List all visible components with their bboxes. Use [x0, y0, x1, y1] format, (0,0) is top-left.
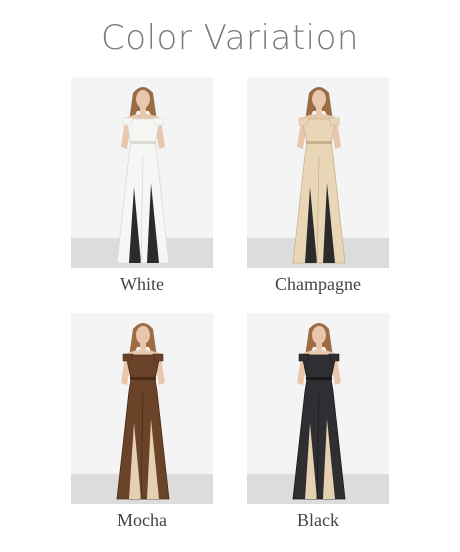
gown-sleeve-right: [152, 353, 164, 362]
model-neck: [140, 106, 146, 114]
variant-label: Black: [297, 510, 339, 530]
gown-sleeve-left: [298, 117, 310, 126]
gown-sleeve-left: [122, 117, 134, 126]
gown-waistband: [306, 141, 332, 144]
gown-sleeve-right: [328, 117, 340, 126]
model-face: [136, 90, 150, 108]
gown-sleeve-left: [122, 353, 134, 362]
model-neck: [316, 342, 322, 350]
gown-waistband: [306, 377, 332, 380]
variant-label: Mocha: [117, 510, 167, 530]
gown-sleeve-right: [152, 117, 164, 126]
gown-sleeve-right: [328, 353, 340, 362]
model-face: [312, 90, 326, 108]
variant-card-white[interactable]: White: [71, 77, 213, 295]
model-neck: [316, 106, 322, 114]
gown-waistband: [130, 377, 156, 380]
model-face: [136, 326, 150, 344]
gown-waistband: [130, 141, 156, 144]
dress-photo-white: [71, 77, 213, 268]
dress-photo-black: [247, 313, 389, 504]
dress-photo-champagne: [247, 77, 389, 268]
variant-card-black[interactable]: Black: [247, 313, 389, 531]
gown-sleeve-left: [298, 353, 310, 362]
page-title: Color Variation: [101, 18, 359, 58]
model-neck: [140, 342, 146, 350]
variant-label: White: [120, 274, 164, 294]
variant-card-champagne[interactable]: Champagne: [247, 77, 389, 295]
model-face: [312, 326, 326, 344]
variant-card-mocha[interactable]: Mocha: [71, 313, 213, 531]
dress-photo-mocha: [71, 313, 213, 504]
variant-label: Champagne: [275, 274, 361, 294]
